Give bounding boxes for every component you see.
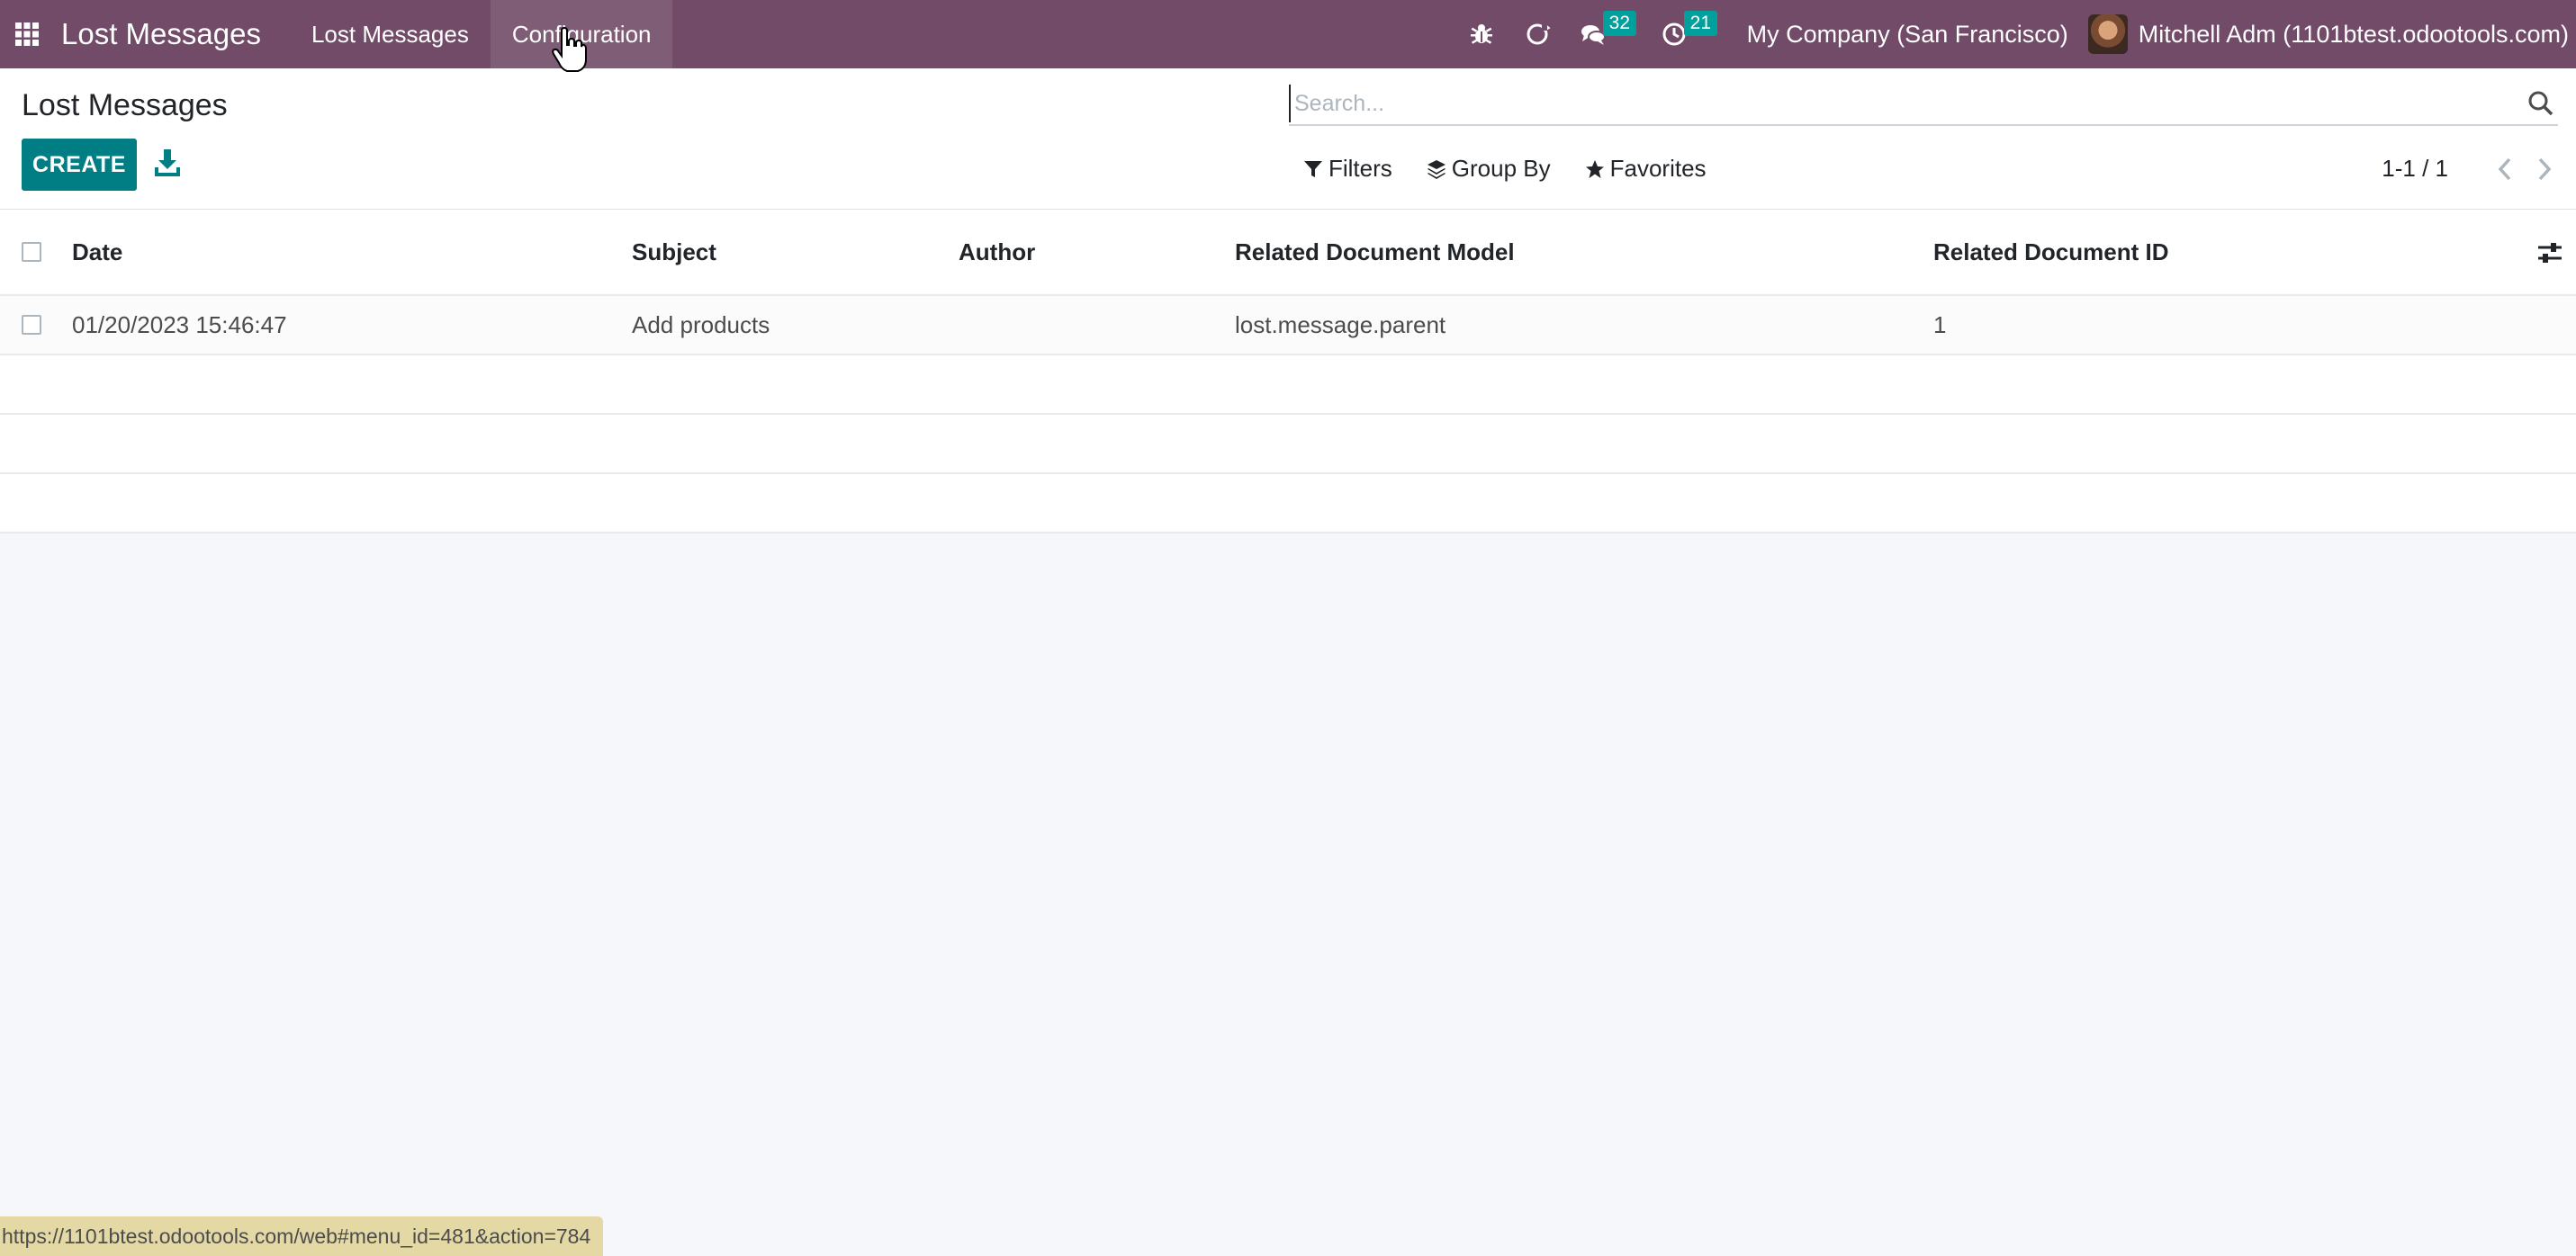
column-header-subject[interactable]: Subject [632, 210, 716, 294]
star-icon [1585, 159, 1604, 178]
download-icon[interactable] [153, 148, 182, 178]
layers-icon [1427, 159, 1446, 179]
group-by-label: Group By [1451, 155, 1551, 182]
filters-button[interactable]: Filters [1303, 155, 1392, 183]
user-name: Mitchell Adm (1101btest.odootools.com) [2138, 20, 2569, 48]
empty-row [0, 474, 2576, 534]
activities-button[interactable]: 21 [1646, 0, 1727, 68]
column-header-date[interactable]: Date [72, 210, 122, 294]
cell-related-model: lost.message.parent [1235, 310, 1446, 338]
apps-menu-button[interactable] [0, 0, 54, 68]
empty-row [0, 415, 2576, 474]
bug-icon [1470, 24, 1492, 44]
optional-columns-icon[interactable] [2536, 240, 2563, 265]
avatar [2087, 14, 2128, 54]
top-navbar: Lost Messages Lost Messages Configuratio… [0, 0, 2576, 68]
cell-date: 01/20/2023 15:46:47 [72, 310, 287, 338]
chevron-right-icon[interactable] [2535, 157, 2554, 182]
row-checkbox[interactable] [22, 315, 41, 335]
status-bar-url: https://1101btest.odootools.com/web#menu… [0, 1216, 604, 1256]
create-button[interactable]: CREATE [22, 139, 137, 191]
empty-row [0, 355, 2576, 415]
debug-button[interactable] [1454, 0, 1509, 68]
menu-lost-messages[interactable]: Lost Messages [290, 0, 491, 68]
messages-count-badge: 32 [1602, 11, 1636, 36]
cell-related-id: 1 [1933, 310, 1947, 338]
app-brand-title[interactable]: Lost Messages [61, 17, 261, 51]
user-menu[interactable]: Mitchell Adm (1101btest.odootools.com) [2087, 14, 2576, 54]
search-icon[interactable] [2527, 90, 2554, 117]
company-switcher[interactable]: My Company (San Francisco) [1727, 21, 2088, 49]
search-bar [1289, 85, 2558, 126]
filter-icon [1304, 160, 1322, 177]
search-input[interactable] [1289, 85, 2513, 122]
activities-count-badge: 21 [1683, 11, 1717, 36]
pager-value[interactable]: 1-1 / 1 [2382, 155, 2448, 183]
column-header-related-id[interactable]: Related Document ID [1933, 210, 2169, 294]
chevron-left-icon[interactable] [2495, 157, 2515, 182]
filters-label: Filters [1329, 155, 1392, 182]
control-panel: Lost Messages CREATE Filters G [0, 68, 2576, 211]
table-header: Date Subject Author Related Document Mod… [0, 210, 2576, 296]
group-by-button[interactable]: Group By [1427, 155, 1551, 183]
column-header-related-model[interactable]: Related Document Model [1235, 210, 1515, 294]
page-title: Lost Messages [22, 88, 228, 122]
odoo-refresh-icon [1527, 22, 1551, 45]
select-all-checkbox[interactable] [22, 242, 41, 262]
apps-grid-icon [15, 22, 39, 46]
favorites-label: Favorites [1609, 155, 1707, 182]
table-row[interactable]: 01/20/2023 15:46:47 Add products lost.me… [0, 296, 2576, 355]
favorites-button[interactable]: Favorites [1585, 155, 1707, 183]
pager: 1-1 / 1 [2382, 155, 2554, 183]
messages-button[interactable]: 32 [1565, 0, 1646, 68]
search-options: Filters Group By Favorites [1303, 155, 1741, 183]
hand-cursor-icon [552, 27, 587, 72]
column-header-author[interactable]: Author [959, 210, 1035, 294]
odoo-refresh-button[interactable] [1509, 0, 1565, 68]
cell-subject: Add products [632, 310, 770, 338]
list-view: Date Subject Author Related Document Mod… [0, 210, 2576, 534]
